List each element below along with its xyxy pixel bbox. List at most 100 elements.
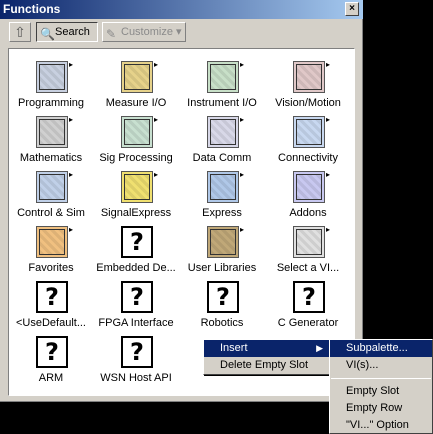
palette-item-label: C Generator: [277, 317, 339, 329]
palette-item-label: <UseDefault...: [15, 317, 86, 329]
palette-item[interactable]: ▸ Express: [179, 169, 265, 224]
subpalette-arrow-icon: ▸: [239, 115, 244, 124]
palette-item-label: WSN Host API: [100, 372, 172, 384]
subpalette-arrow-icon: ▸: [239, 225, 244, 234]
palette-category-icon: ▸: [207, 170, 244, 203]
subpalette-arrow-icon: ▸: [325, 115, 330, 124]
subpalette-arrow-icon: ▸: [153, 60, 158, 69]
palette-item-label: Control & Sim: [17, 207, 85, 219]
palette-item[interactable]: ▸ User Libraries: [179, 224, 265, 279]
palette-category-icon: ▸: [207, 115, 244, 148]
palette-item-label: Instrument I/O: [187, 97, 257, 109]
palette-item[interactable]: ? <UseDefault...: [8, 279, 94, 334]
close-icon[interactable]: ×: [345, 2, 359, 16]
palette-item[interactable]: ▸ Vision/Motion: [265, 59, 351, 114]
menu-item-delete-empty-slot[interactable]: Delete Empty Slot: [204, 357, 329, 374]
icon-graphic: [124, 64, 150, 90]
palette-item-label: Sig Processing: [99, 152, 173, 164]
palette-item-label: Robotics: [200, 317, 244, 329]
customize-button[interactable]: ✎ Customize ▾: [102, 22, 186, 42]
subpalette-arrow-icon: ▸: [68, 225, 73, 234]
palette-item[interactable]: ▸ SignalExpress: [93, 169, 179, 224]
submenu-item-vi-option[interactable]: "VI..." Option: [330, 417, 432, 434]
palette-item[interactable]: ▸ Sig Processing: [93, 114, 179, 169]
palette-item[interactable]: ▸ Addons: [265, 169, 351, 224]
insert-submenu: Subpalette... VI(s)... Empty Slot Empty …: [329, 339, 433, 434]
palette-item-label: Mathematics: [19, 152, 83, 164]
window-title: Functions: [3, 2, 61, 16]
palette-category-icon: ▸: [207, 60, 244, 93]
up-icon[interactable]: ⇧: [9, 22, 31, 42]
palette-item-label: Vision/Motion: [275, 97, 341, 109]
icon-graphic: [124, 119, 150, 145]
palette-item-label: Favorites: [28, 262, 74, 274]
search-button[interactable]: 🔍 Search: [36, 22, 98, 42]
palette-item-label: Data Comm: [192, 152, 252, 164]
palette-category-icon: ▸: [121, 115, 158, 148]
palette-category-icon: ▸: [293, 115, 330, 148]
menu-item-insert[interactable]: Insert ▶: [204, 340, 329, 357]
palette-item[interactable]: ▸ Favorites: [8, 224, 94, 279]
palette-item-label: User Libraries: [187, 262, 257, 274]
palette-item-label: FPGA Interface: [98, 317, 174, 329]
palette-item[interactable]: ? FPGA Interface: [93, 279, 179, 334]
subpalette-arrow-icon: ▸: [153, 115, 158, 124]
icon-graphic: [296, 229, 322, 255]
palette-item[interactable]: ▸ Select a VI...: [265, 224, 351, 279]
title-bar[interactable]: Functions ×: [0, 0, 363, 19]
palette-category-icon: ▸: [121, 60, 158, 93]
palette-item[interactable]: ▸ Programming: [8, 59, 94, 114]
icon-graphic: [296, 174, 322, 200]
icon-graphic: [296, 119, 322, 145]
palette-item[interactable]: ▸ Data Comm: [179, 114, 265, 169]
missing-icon: ?: [121, 226, 153, 258]
submenu-arrow-icon: ▶: [316, 343, 323, 353]
palette-item[interactable]: ▸ Connectivity: [265, 114, 351, 169]
palette-item[interactable]: ? Embedded De...: [93, 224, 179, 279]
palette-category-icon: ▸: [36, 115, 73, 148]
icon-graphic: [296, 64, 322, 90]
palette-item-label: Connectivity: [278, 152, 338, 164]
palette-category-icon: ▸: [36, 170, 73, 203]
submenu-item-subpalette[interactable]: Subpalette...: [330, 340, 432, 357]
subpalette-arrow-icon: ▸: [68, 60, 73, 69]
palette-category-icon: ▸: [121, 170, 158, 203]
palette-item[interactable]: ? ARM: [8, 334, 94, 389]
palette-item-label: Embedded De...: [96, 262, 176, 274]
palette-item-label: Measure I/O: [105, 97, 167, 109]
icon-graphic: [39, 119, 65, 145]
subpalette-arrow-icon: ▸: [153, 170, 158, 179]
subpalette-arrow-icon: ▸: [239, 170, 244, 179]
palette-item[interactable]: ▸ Control & Sim: [8, 169, 94, 224]
palette-item[interactable]: ? C Generator: [265, 279, 351, 334]
palette-item[interactable]: ? Robotics: [179, 279, 265, 334]
missing-icon: ?: [293, 281, 325, 313]
palette-item-label: Addons: [289, 207, 327, 219]
palette-item[interactable]: ▸ Mathematics: [8, 114, 94, 169]
palette-item[interactable]: ? WSN Host API: [93, 334, 179, 389]
palette-item-label: Express: [202, 207, 242, 219]
palette-item[interactable]: ▸ Instrument I/O: [179, 59, 265, 114]
palette-category-icon: ▸: [293, 60, 330, 93]
palette-category-icon: ▸: [207, 225, 244, 258]
subpalette-arrow-icon: ▸: [325, 170, 330, 179]
subpalette-arrow-icon: ▸: [68, 170, 73, 179]
search-icon: 🔍: [40, 27, 55, 41]
palette-category-icon: ▸: [293, 225, 330, 258]
submenu-item-vis[interactable]: VI(s)...: [330, 357, 432, 374]
icon-graphic: [39, 174, 65, 200]
toolbar: ⇧ 🔍 Search ✎ Customize ▾: [0, 19, 363, 45]
customize-icon: ✎: [106, 27, 117, 41]
submenu-item-empty-slot[interactable]: Empty Slot: [330, 383, 432, 400]
palette-item-label: SignalExpress: [100, 207, 172, 219]
menu-item-insert-label: Insert: [220, 342, 248, 354]
icon-graphic: [210, 174, 236, 200]
palette-item[interactable]: ▸ Measure I/O: [93, 59, 179, 114]
missing-icon: ?: [207, 281, 239, 313]
subpalette-arrow-icon: ▸: [325, 60, 330, 69]
palette-category-icon: ▸: [36, 225, 73, 258]
search-label: Search: [55, 26, 90, 38]
menu-separator: [331, 378, 431, 379]
submenu-item-empty-row[interactable]: Empty Row: [330, 400, 432, 417]
missing-icon: ?: [121, 281, 153, 313]
